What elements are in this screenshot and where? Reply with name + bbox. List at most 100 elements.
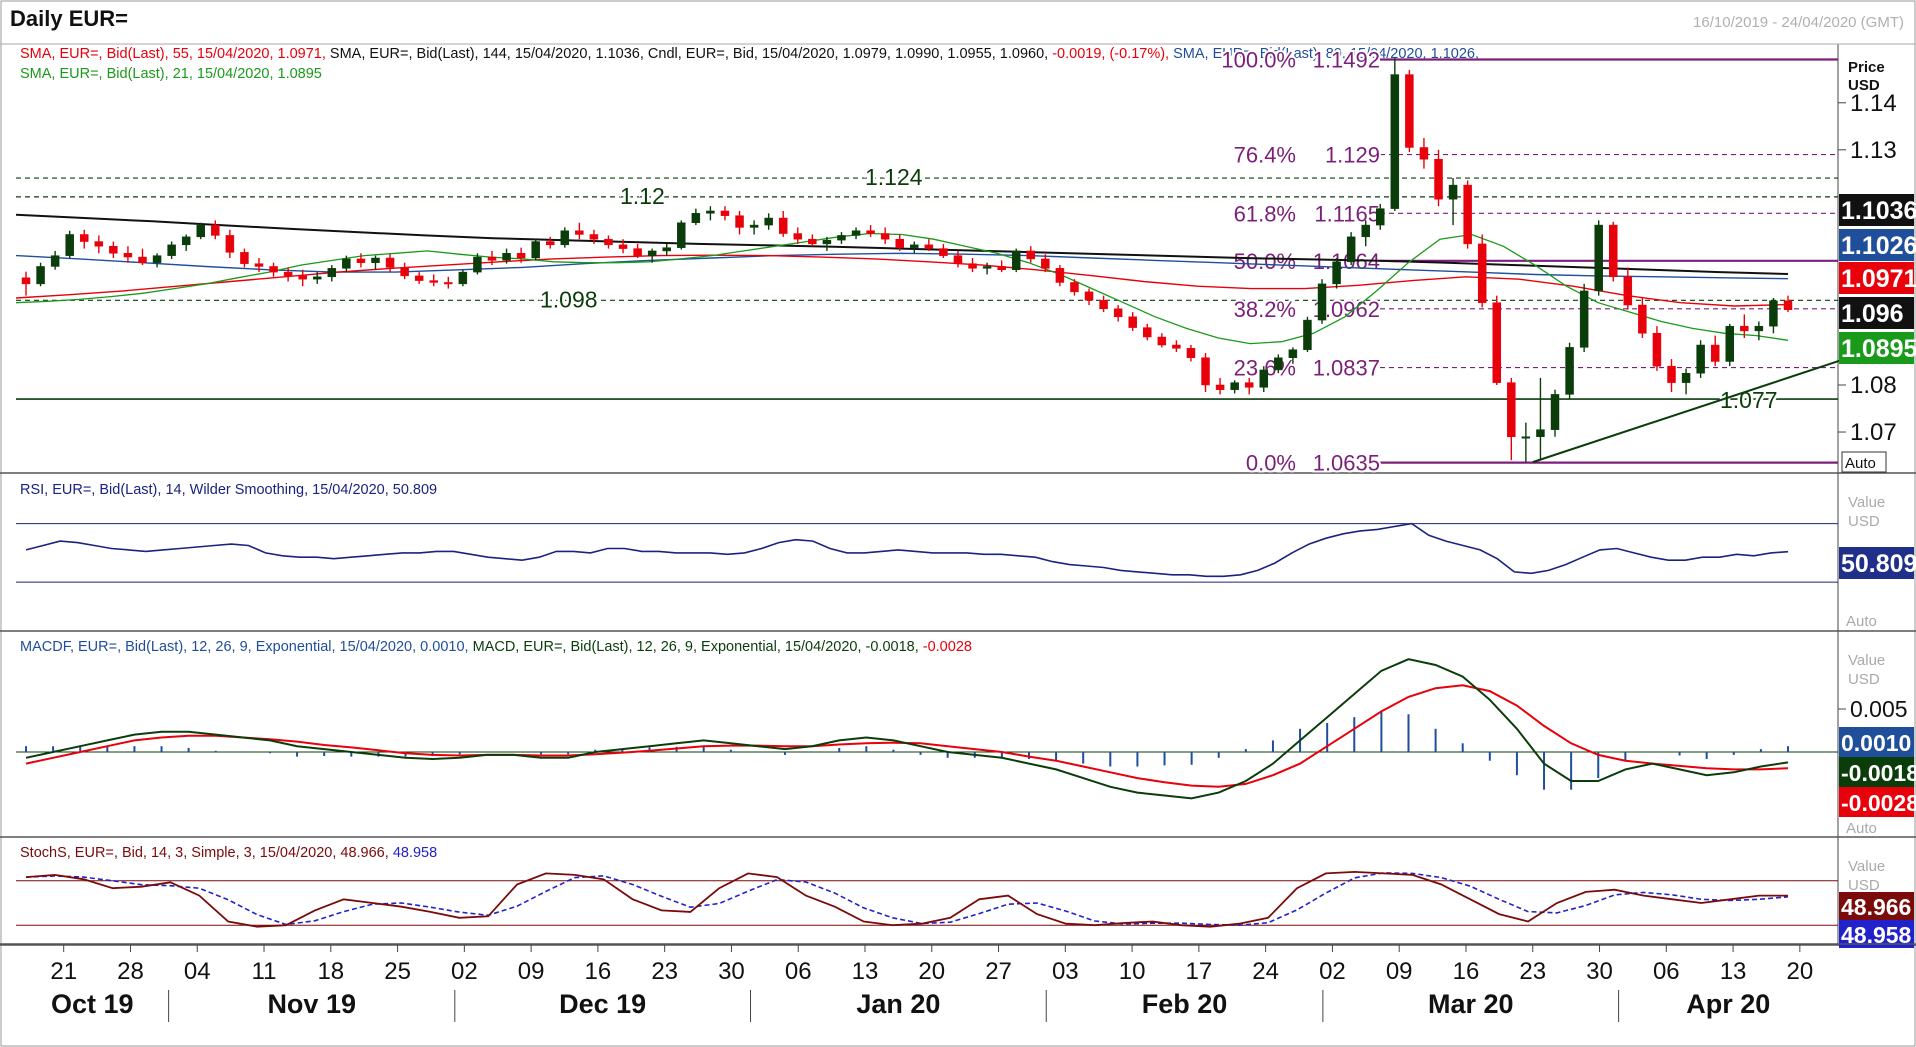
candle-body <box>1244 382 1254 388</box>
candle-body <box>1215 384 1225 390</box>
candle-body <box>691 213 701 223</box>
fib-value-label: 1.0635 <box>1313 451 1380 476</box>
fib-value-label: 1.0837 <box>1313 356 1380 381</box>
x-tick-label: 02 <box>451 958 478 985</box>
price-axis-title: Price <box>1848 59 1885 76</box>
candle-body <box>837 235 846 241</box>
candle-body <box>1157 336 1167 346</box>
candle-body <box>516 253 526 259</box>
candle-body <box>502 253 511 261</box>
candle-body <box>152 255 162 263</box>
candle-body <box>1288 349 1298 358</box>
macd-tick-label: 0.005 <box>1850 696 1908 722</box>
candle-body <box>720 210 730 216</box>
macd-axis-unit: USD <box>1848 671 1880 688</box>
x-tick-label: 18 <box>317 958 344 985</box>
candle-body <box>866 230 875 234</box>
candle-body <box>1026 250 1036 260</box>
candle-body <box>662 247 671 252</box>
candle-body <box>749 224 759 228</box>
candle-body <box>1579 290 1589 348</box>
candle-body <box>575 230 584 235</box>
x-tick-label: 09 <box>1386 958 1413 985</box>
price-legend-line2: SMA, EUR=, Bid(Last), 21, 15/04/2020, 1.… <box>20 66 322 82</box>
price-chart: SMA, EUR=, Bid(Last), 55, 15/04/2020, 1.… <box>0 0 1916 1047</box>
candle-body <box>1274 357 1283 371</box>
rsi-axis-title: Value <box>1848 494 1885 511</box>
price-tick-label: 1.13 <box>1850 137 1897 164</box>
price-tick-label: 1.08 <box>1850 372 1897 399</box>
x-tick-label: 16 <box>1453 958 1480 985</box>
candle-body <box>1740 325 1749 332</box>
candle-body <box>1332 261 1341 285</box>
candle-body <box>50 255 60 267</box>
candle-body <box>356 258 366 263</box>
candle-body <box>1710 344 1720 362</box>
fib-pct-label: 76.4% <box>1234 143 1296 168</box>
price-tag-label: 1.0895 <box>1841 335 1916 363</box>
candle-body <box>473 256 482 273</box>
candle-body <box>1536 429 1545 437</box>
candle-body <box>269 266 278 273</box>
candle-body <box>1652 333 1662 367</box>
candle-body <box>1550 394 1560 430</box>
x-tick-label: 02 <box>1319 958 1346 985</box>
x-tick-label: 16 <box>585 958 612 985</box>
x-tick-label: 09 <box>518 958 545 985</box>
candle-body <box>1201 357 1210 386</box>
candle-body <box>778 217 788 234</box>
level-label: 1.098 <box>540 286 598 312</box>
candle-body <box>487 256 497 261</box>
candle-body <box>283 271 293 277</box>
fib-value-label: 1.1165 <box>1314 201 1380 226</box>
candle-body <box>400 267 409 277</box>
fib-pct-label: 100.0% <box>1221 48 1296 73</box>
candle-body <box>545 241 555 246</box>
x-tick-label: 30 <box>718 958 745 985</box>
x-tick-label: 28 <box>117 958 144 985</box>
candle-body <box>385 257 395 268</box>
candle-body <box>312 276 322 280</box>
candle-body <box>982 266 992 269</box>
rsi-auto-label: Auto <box>1846 613 1877 630</box>
candle-body <box>65 234 74 256</box>
macd-tag-label: -0.0028 <box>1841 790 1916 816</box>
candle-body <box>1303 319 1312 350</box>
fib-pct-label: 0.0% <box>1246 451 1296 476</box>
candle-body <box>589 234 599 240</box>
candle-body <box>997 266 1006 271</box>
month-label: Oct 19 <box>51 989 134 1019</box>
candle-body <box>298 275 307 280</box>
candle-body <box>1172 344 1181 349</box>
candle-body <box>1769 300 1778 327</box>
candle-body <box>1186 348 1196 358</box>
candle-body <box>677 222 686 248</box>
fib-pct-label: 38.2% <box>1234 297 1296 322</box>
candle-body <box>1346 236 1356 263</box>
candle-body <box>181 236 191 246</box>
candle-body <box>36 266 45 285</box>
price-tag-label: 1.1036 <box>1841 197 1916 225</box>
stoch-axis-unit: USD <box>1848 877 1880 894</box>
candle-body <box>1507 382 1516 437</box>
rsi-axis-unit: USD <box>1848 513 1880 530</box>
candle-body <box>1405 74 1414 148</box>
x-tick-label: 11 <box>252 958 277 985</box>
candle-body <box>109 245 118 254</box>
macd-auto-label: Auto <box>1846 820 1877 837</box>
candle-body <box>910 244 919 248</box>
x-tick-label: 23 <box>1519 958 1546 985</box>
candle-body <box>851 230 861 236</box>
candle-body <box>924 244 934 249</box>
candle-body <box>1638 304 1647 334</box>
candle-body <box>196 224 205 238</box>
candle-body <box>342 258 351 269</box>
candle-body <box>808 238 817 245</box>
x-tick-label: 24 <box>1252 958 1279 985</box>
price-tick-label: 1.07 <box>1850 419 1897 446</box>
x-tick-label: 13 <box>852 958 879 985</box>
month-label: Nov 19 <box>267 989 356 1019</box>
candle-body <box>1594 224 1603 292</box>
candle-body <box>735 215 744 228</box>
candle-body <box>1667 365 1676 383</box>
